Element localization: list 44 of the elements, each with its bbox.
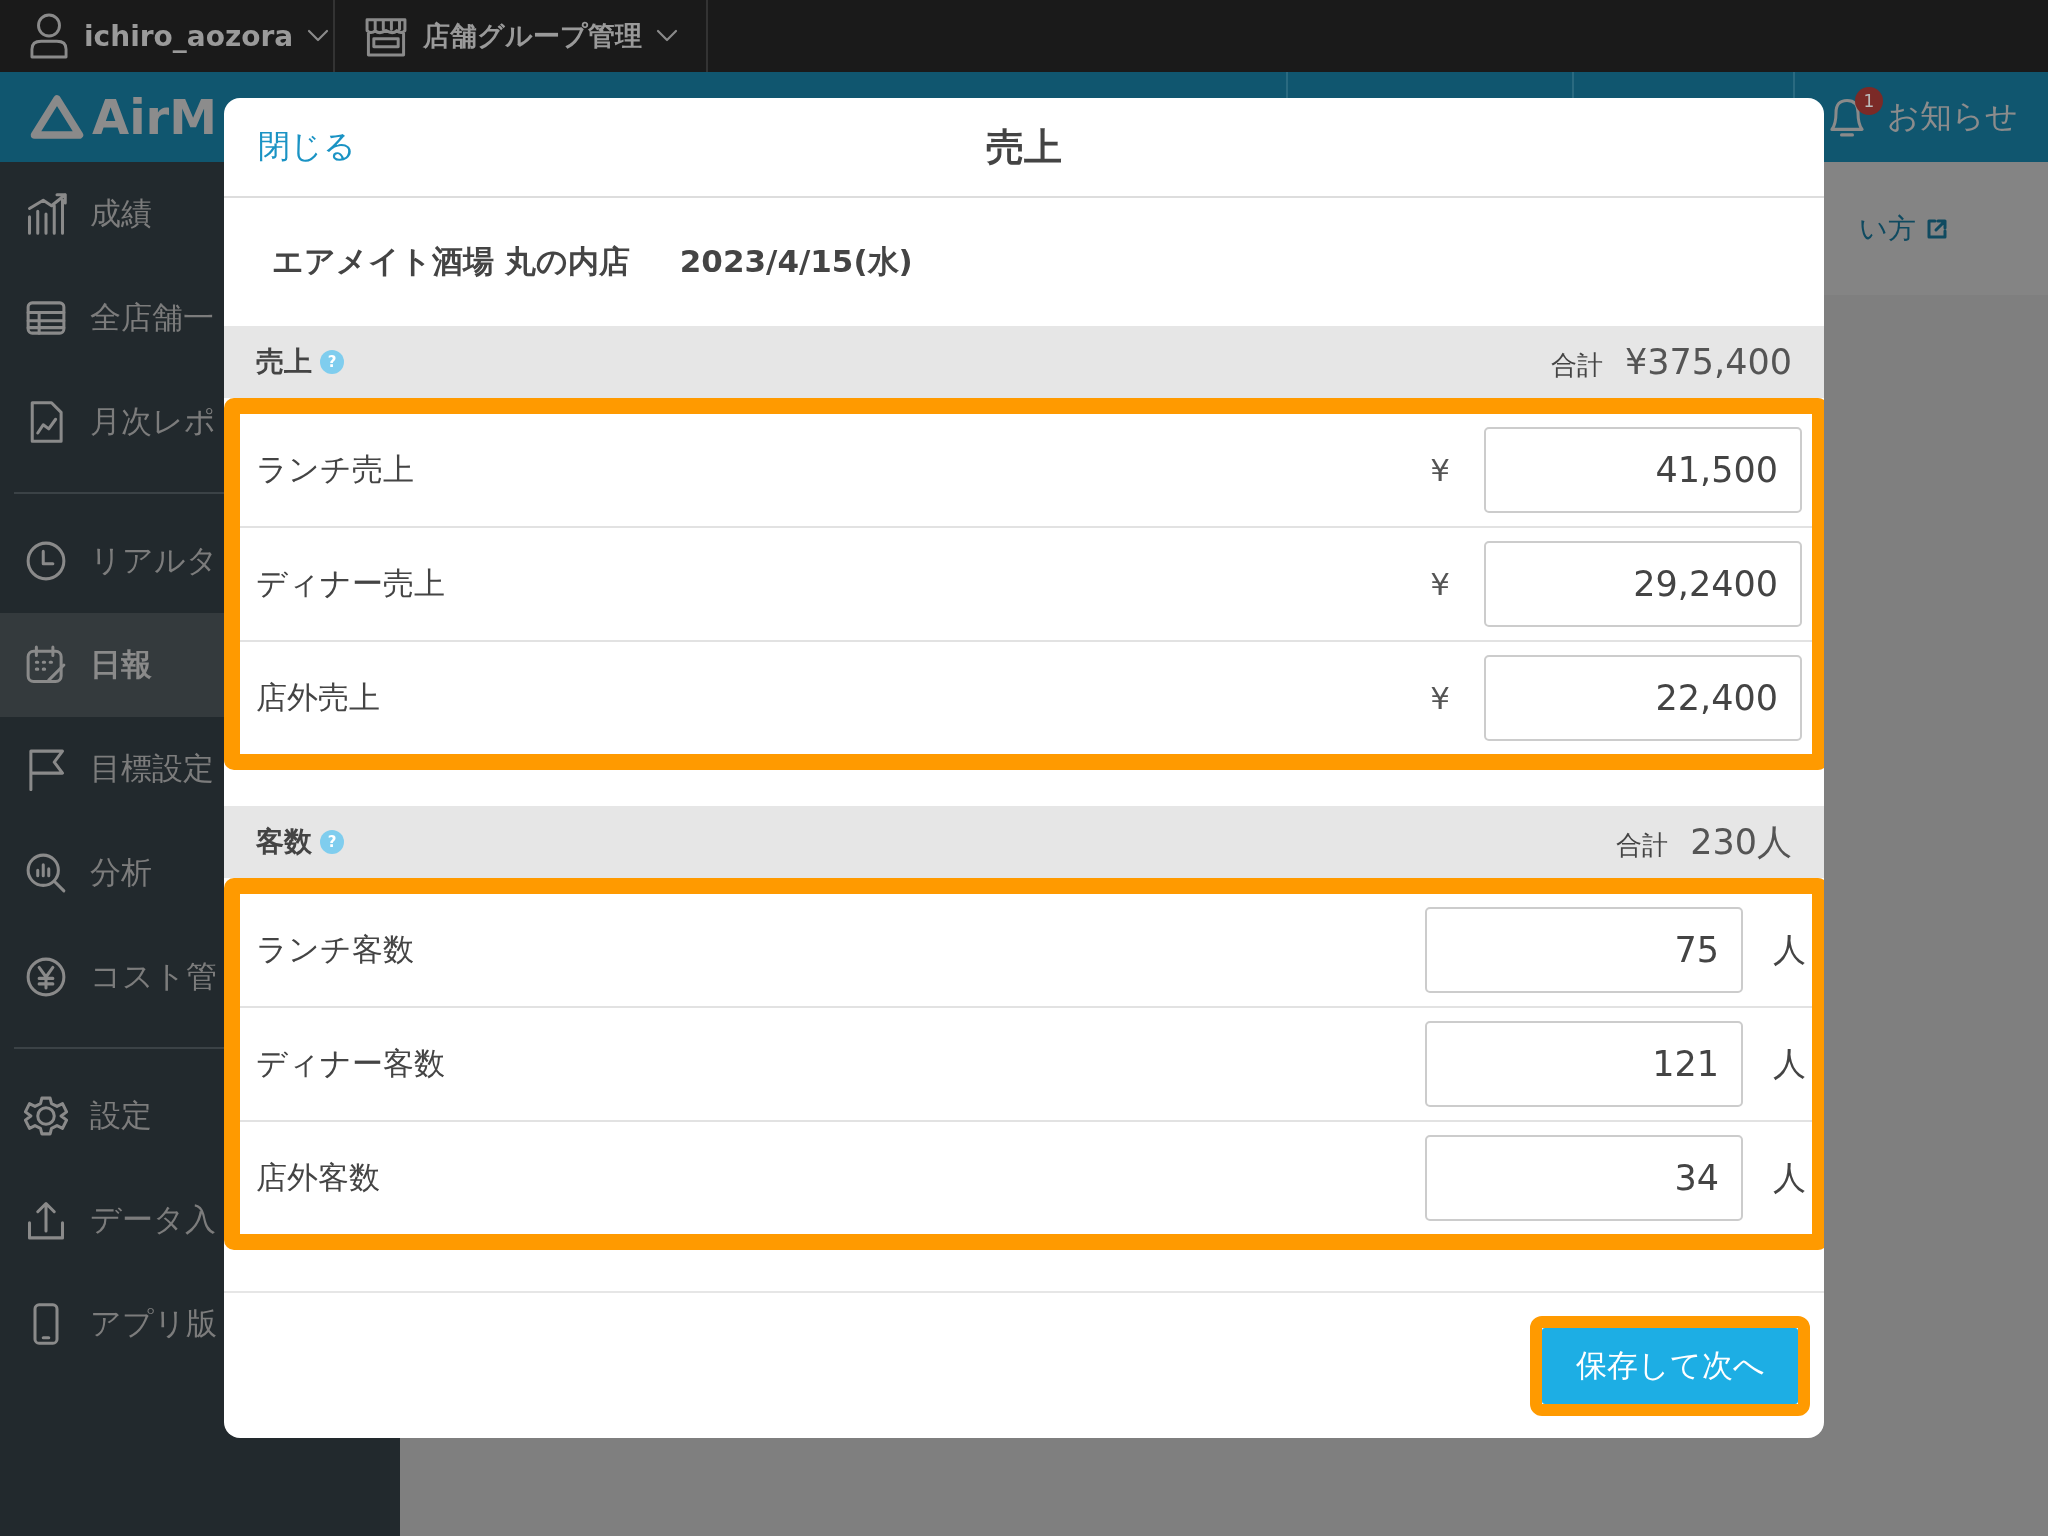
row-label: ディナー売上 [256,564,446,603]
chevron-down-icon [307,29,330,43]
input-field[interactable]: 121 [1425,1021,1743,1107]
report-date: 2023/4/15(水) [679,242,913,281]
section-title: 売上 [256,344,312,380]
logo-icon [30,93,84,141]
yen-sign: ¥ [1430,452,1450,488]
chevron-down-icon [656,29,678,43]
total-value: 230人 [1690,820,1792,864]
notification-badge: 1 [1855,87,1883,115]
row-label: 店外客数 [256,1158,381,1197]
store-name: エアメイト酒場 丸の内店 [272,242,630,281]
help-link[interactable]: い方 [1859,209,1916,248]
unit-label: 人 [1773,1042,1806,1085]
save-next-button[interactable]: 保存して次へ [1542,1327,1798,1404]
total-value: ¥375,400 [1625,341,1792,382]
dialog-title: 売上 [986,123,1062,171]
input-field[interactable]: 75 [1425,907,1743,993]
row-label: ディナー客数 [256,1044,446,1083]
row-label: ランチ客数 [256,930,415,969]
input-field[interactable]: 29,2400 [1484,541,1802,627]
section-title: 客数 [256,824,312,860]
yen-sign: ¥ [1430,680,1450,716]
input-field[interactable]: 22,400 [1484,655,1802,741]
clock-icon [24,539,68,583]
notifications-link[interactable]: お知らせ [1887,95,2018,139]
row-label: ランチ売上 [256,450,415,489]
input-field[interactable]: 41,500 [1484,427,1802,513]
app-logo: AirM [92,89,218,145]
yen-sign: ¥ [1430,566,1450,602]
row-label: 店外売上 [256,678,381,717]
user-icon [28,12,70,60]
external-link-icon [1926,217,1948,240]
total-label: 合計 [1551,348,1603,382]
yen-icon [24,955,68,999]
sidebar-item[interactable]: アプリ版 [0,1272,400,1376]
close-button[interactable]: 閉じる [258,125,356,169]
input-field[interactable]: 34 [1425,1135,1743,1221]
sidebar-item[interactable]: 目標設定 [0,717,400,821]
unit-label: 人 [1773,1156,1806,1199]
gear-icon [24,1094,68,1138]
unit-label: 人 [1773,928,1806,971]
analysis-icon [24,851,68,895]
total-label: 合計 [1616,828,1669,862]
